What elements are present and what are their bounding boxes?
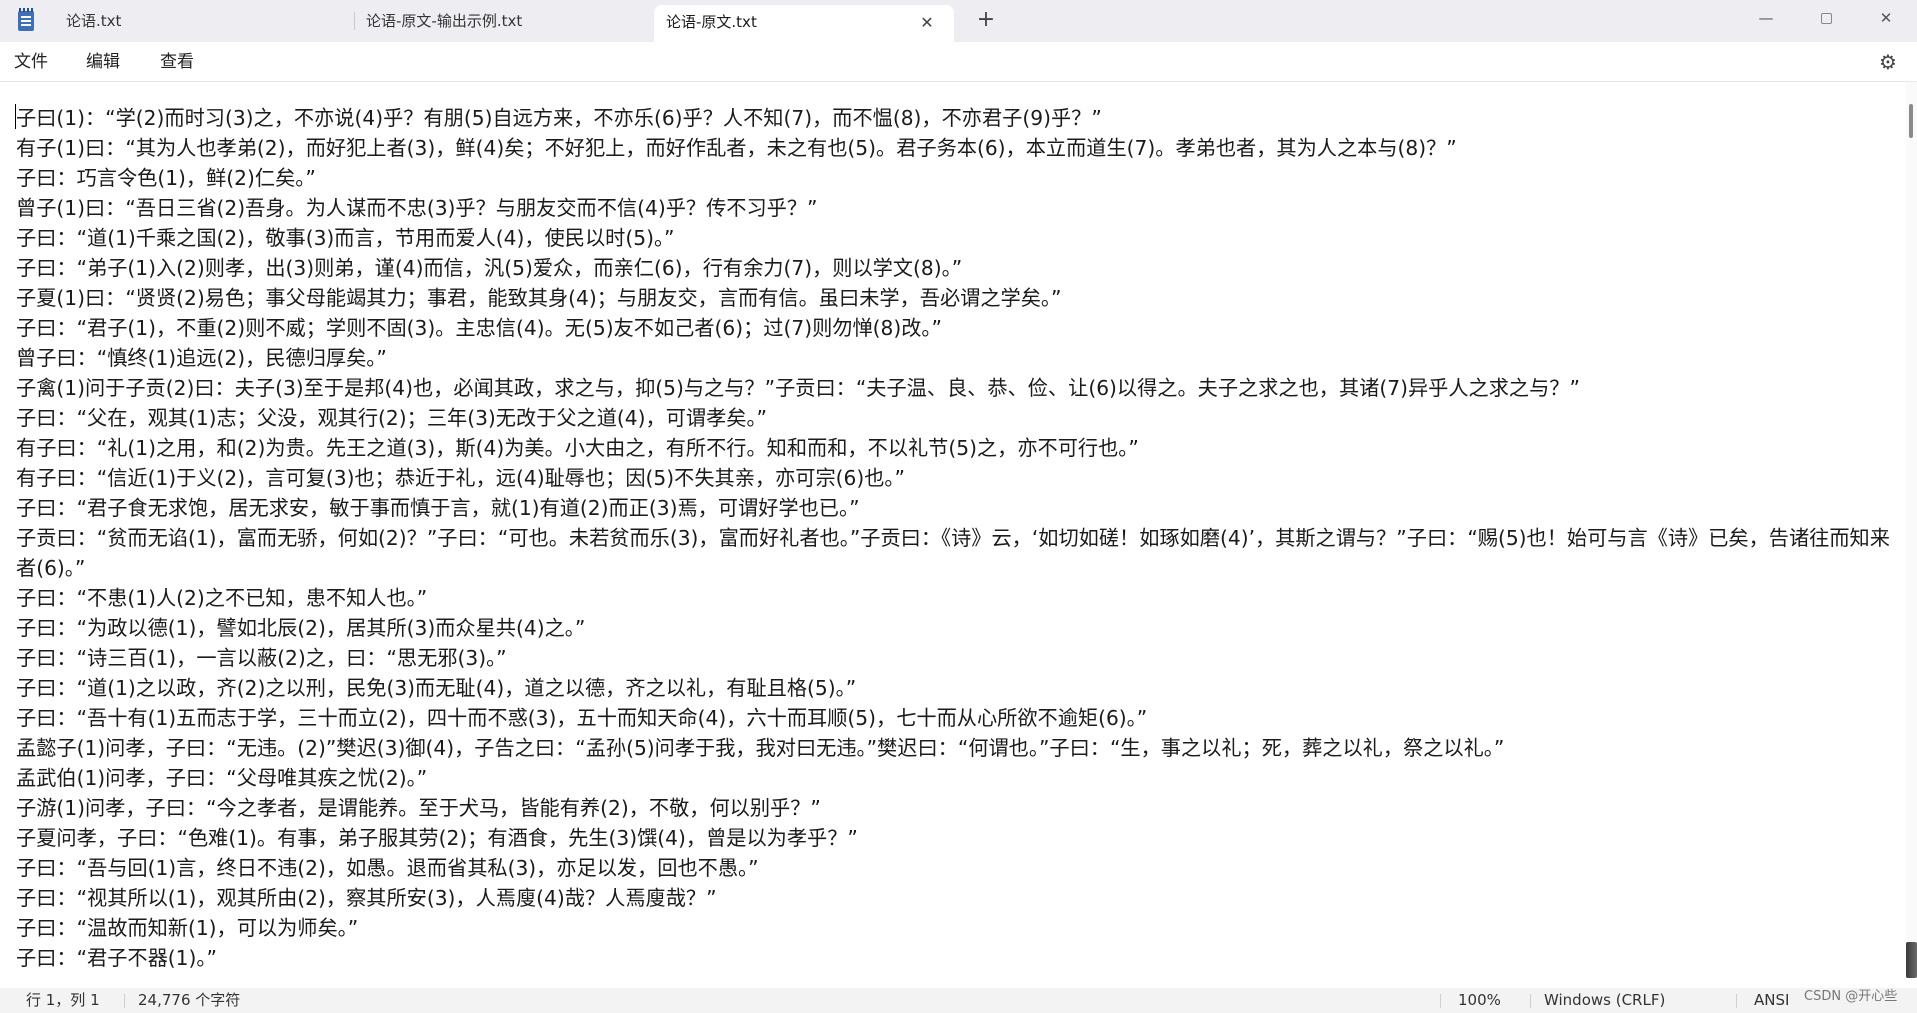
scrollbar-thumb[interactable] xyxy=(1909,104,1913,138)
status-divider xyxy=(1440,994,1441,1008)
encoding[interactable]: ANSI xyxy=(1754,988,1789,1013)
title-bar: 论语.txt 论语-原文-输出示例.txt 论语-原文.txt ✕ + — ✕ xyxy=(0,0,1917,42)
scrollbar-overview xyxy=(1906,942,1917,978)
plus-icon: + xyxy=(976,7,996,32)
close-icon: ✕ xyxy=(1879,9,1893,27)
tab-label: 论语-原文-输出示例.txt xyxy=(366,12,523,30)
menu-view[interactable]: 查看 xyxy=(160,42,194,82)
tab-lunyu[interactable]: 论语.txt xyxy=(66,0,326,42)
notepad-icon xyxy=(18,8,34,31)
line-ending[interactable]: Windows (CRLF) xyxy=(1544,988,1665,1013)
status-divider xyxy=(124,994,125,1008)
status-divider xyxy=(1530,994,1531,1008)
status-divider xyxy=(1736,994,1737,1008)
maximize-button[interactable] xyxy=(1800,0,1852,36)
minimize-icon: — xyxy=(1758,9,1774,27)
status-bar: 行 1，列 1 24,776 个字符 100% Windows (CRLF) A… xyxy=(0,988,1917,1013)
vertical-scrollbar[interactable] xyxy=(1906,82,1917,978)
character-count: 24,776 个字符 xyxy=(138,991,241,1009)
zoom-level[interactable]: 100% xyxy=(1458,988,1501,1013)
minimize-button[interactable]: — xyxy=(1740,0,1792,36)
menu-edit[interactable]: 编辑 xyxy=(86,42,120,82)
window-close-button[interactable]: ✕ xyxy=(1860,0,1912,36)
watermark: CSDN @开心些 xyxy=(1804,989,1898,1004)
gear-icon[interactable]: ⚙ xyxy=(1877,51,1899,73)
text-caret xyxy=(15,104,16,129)
restore-icon xyxy=(1820,13,1832,24)
tab-label: 论语-原文.txt xyxy=(666,13,757,31)
cursor-position: 行 1，列 1 xyxy=(26,991,100,1009)
close-icon[interactable]: ✕ xyxy=(918,14,936,32)
tab-lunyu-original-active[interactable]: 论语-原文.txt ✕ xyxy=(654,5,954,42)
menu-file[interactable]: 文件 xyxy=(14,42,48,82)
text-editor[interactable]: 子曰(1)：“学(2)而时习(3)之，不亦说(4)乎？有朋(5)自远方来，不亦乐… xyxy=(0,82,1906,978)
document-text[interactable]: 子曰(1)：“学(2)而时习(3)之，不亦说(4)乎？有朋(5)自远方来，不亦乐… xyxy=(16,103,1891,973)
new-tab-button[interactable]: + xyxy=(974,9,998,33)
menu-bar: 文件 编辑 查看 ⚙ xyxy=(0,42,1917,82)
tab-divider xyxy=(354,12,355,30)
tab-label: 论语.txt xyxy=(66,12,122,30)
tab-lunyu-output-example[interactable]: 论语-原文-输出示例.txt xyxy=(366,0,626,42)
